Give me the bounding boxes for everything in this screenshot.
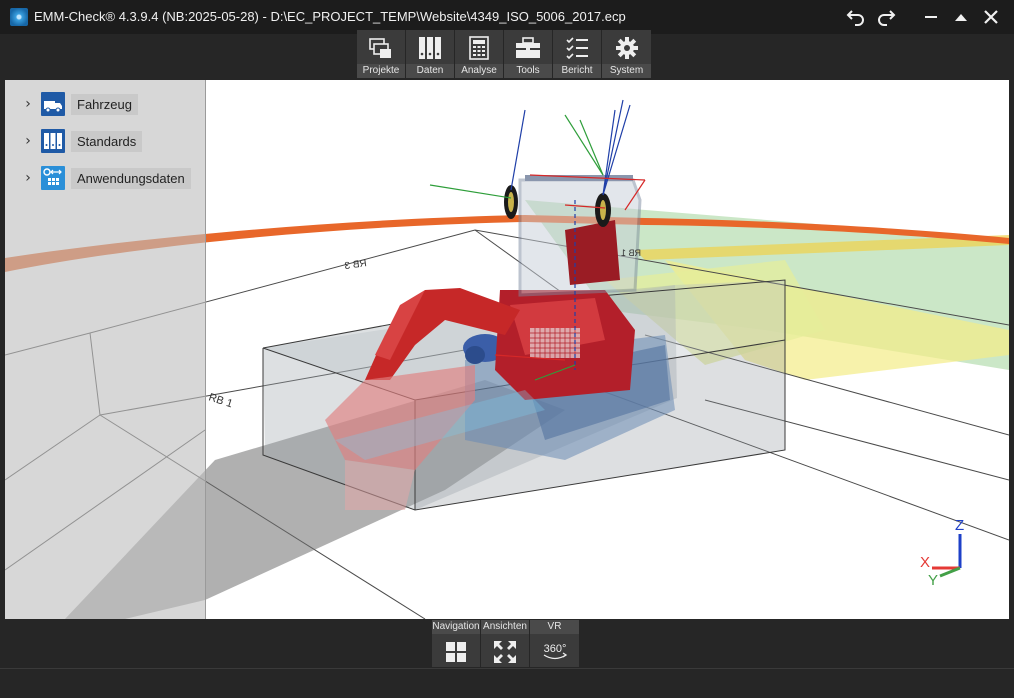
application-data-icon (41, 166, 65, 190)
window-title: EMM-Check® 4.3.9.4 (NB:2025-05-28) - D:\… (34, 9, 626, 24)
gear-icon (602, 34, 651, 62)
minimize-icon[interactable] (920, 6, 942, 28)
toolbar-label: Bericht (553, 64, 601, 78)
tree-item-standards[interactable]: › Standards (19, 128, 143, 154)
toolbar-button-bericht[interactable]: Bericht (553, 30, 602, 78)
standards-icon (41, 129, 65, 153)
zone-label-rb3: RB 3 (343, 258, 367, 272)
tree-item-fahrzeug[interactable]: › Fahrzeug (19, 91, 138, 117)
view-group-label: VR (530, 620, 579, 634)
status-bar (0, 668, 1014, 698)
close-icon[interactable] (980, 6, 1002, 28)
tree-item-label: Anwendungsdaten (71, 167, 191, 189)
toolbar-button-tools[interactable]: Tools (504, 30, 553, 78)
main-toolbar: Projekte Daten Analyse Tools Bericht Sys… (357, 30, 651, 78)
projects-icon (357, 34, 405, 62)
tree-item-anwendungsdaten[interactable]: › Anwendungsdaten (19, 165, 191, 191)
vehicle-icon (41, 92, 65, 116)
toolbar-label: System (602, 64, 651, 78)
toolbar-label: Daten (406, 64, 454, 78)
toolbar-button-projekte[interactable]: Projekte (357, 30, 406, 78)
binders-icon (406, 34, 454, 62)
vr-360-icon: 360° (530, 636, 579, 667)
fullscreen-icon (481, 636, 529, 667)
grid-icon (432, 636, 480, 667)
3d-viewport[interactable]: RB 1 RB 3 RB 1 › Fahrzeug › Standards › … (5, 80, 1009, 619)
zone-label-rb1: RB 1 (207, 391, 234, 410)
view-vr-button[interactable]: VR 360° (530, 620, 579, 667)
tree-item-label: Fahrzeug (71, 93, 138, 115)
title-bar: EMM-Check® 4.3.9.4 (NB:2025-05-28) - D:\… (0, 0, 1014, 34)
toolbox-icon (504, 34, 552, 62)
axis-gizmo: Z X Y (920, 517, 964, 589)
toolbar-button-daten[interactable]: Daten (406, 30, 455, 78)
chevron-right-icon[interactable]: › (19, 133, 37, 149)
calculator-icon (455, 34, 503, 62)
toolbar-label: Tools (504, 64, 552, 78)
z-axis-label: Z (955, 517, 964, 534)
view-group-label: Navigation (432, 620, 480, 634)
toolbar-label: Analyse (455, 64, 503, 78)
toolbar-label: Projekte (357, 64, 405, 78)
emm-check-logo-icon (10, 8, 28, 26)
redo-icon[interactable] (875, 6, 897, 28)
checklist-icon (553, 34, 601, 62)
undo-icon[interactable] (845, 6, 867, 28)
tree-item-label: Standards (71, 130, 143, 152)
chevron-right-icon[interactable]: › (19, 170, 37, 186)
app-window: EMM-Check® 4.3.9.4 (NB:2025-05-28) - D:\… (0, 0, 1014, 698)
maximize-icon[interactable] (950, 6, 972, 28)
zone-label-rb1-far: RB 1 (621, 248, 641, 258)
chevron-right-icon[interactable]: › (19, 96, 37, 112)
view-toolbar: Navigation Ansichten VR 360° (432, 620, 579, 667)
y-axis-label: Y (928, 572, 938, 589)
x-axis-label: X (920, 554, 930, 571)
view-group-label: Ansichten (481, 620, 529, 634)
view-ansichten-button[interactable]: Ansichten (481, 620, 530, 667)
toolbar-button-system[interactable]: System (602, 30, 651, 78)
toolbar-button-analyse[interactable]: Analyse (455, 30, 504, 78)
project-tree-panel: › Fahrzeug › Standards › Anwendungsdaten (5, 80, 206, 619)
view-navigation-button[interactable]: Navigation (432, 620, 481, 667)
